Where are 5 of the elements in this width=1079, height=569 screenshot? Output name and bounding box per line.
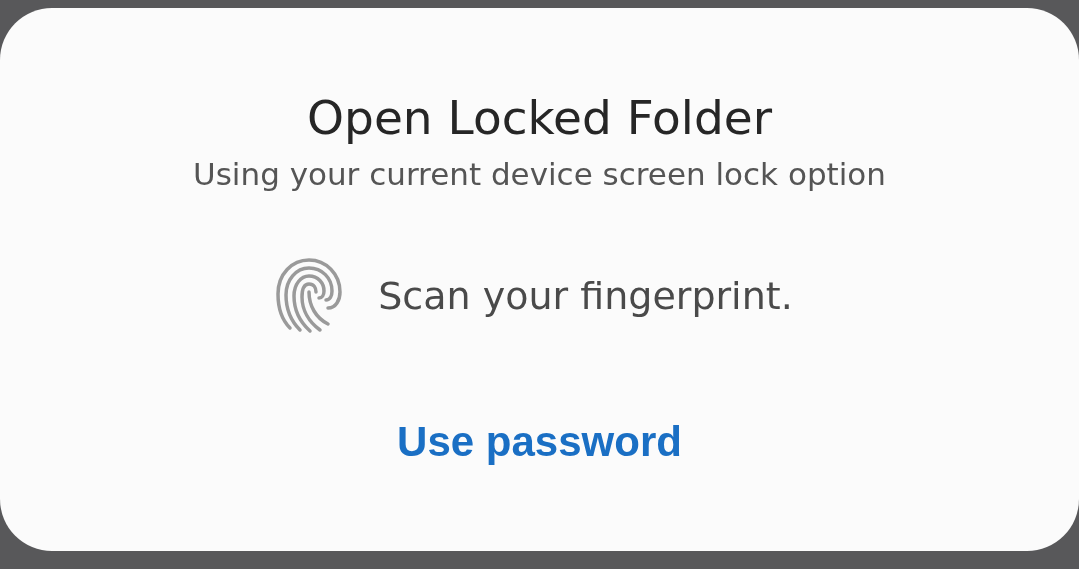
- use-password-link[interactable]: Use password: [397, 418, 682, 466]
- dialog-subtitle: Using your current device screen lock option: [193, 155, 886, 194]
- dialog-title: Open Locked Folder: [307, 89, 772, 147]
- fingerprint-icon: [276, 258, 343, 334]
- fingerprint-prompt: Scan your fingerprint.: [378, 274, 793, 318]
